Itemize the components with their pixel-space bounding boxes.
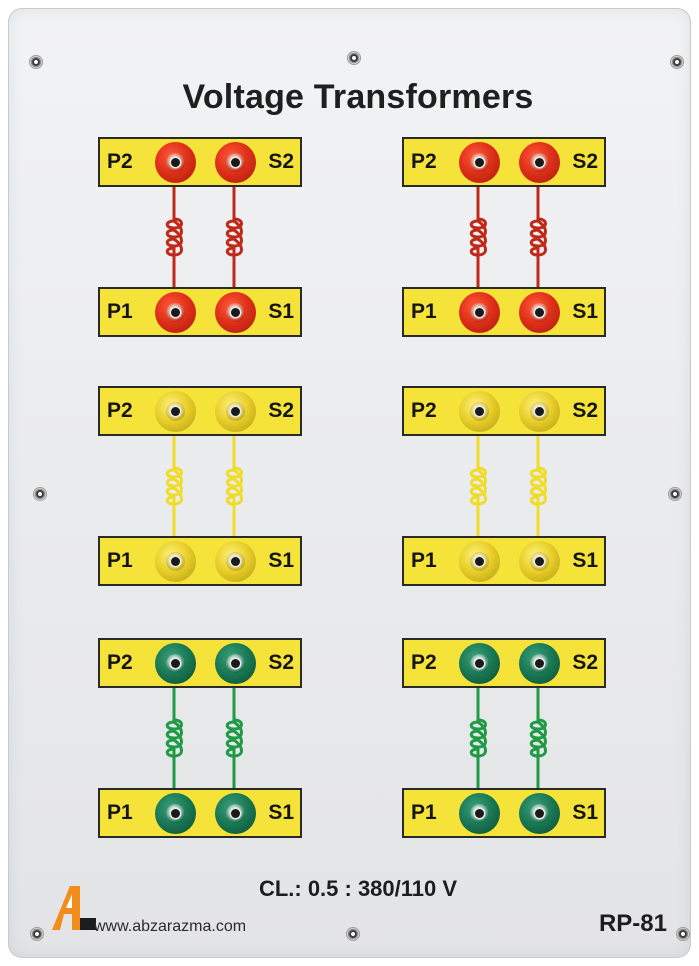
red-banana-jack[interactable] [519,142,560,183]
yellow-banana-jack[interactable] [155,541,196,582]
terminal-block-secondary-6: P1 S1 [402,788,606,838]
terminal-label: S1 [268,300,294,323]
winding-coil-icon [529,185,547,289]
terminal-label: S2 [572,399,598,422]
terminal-label: S2 [268,651,294,674]
terminal-label: S1 [572,300,598,323]
winding-coil-icon [529,434,547,538]
terminal-block-primary-2: P2 S2 [402,137,606,187]
terminal-label: P2 [107,399,133,422]
yellow-banana-jack[interactable] [215,391,256,432]
screw-icon [677,928,689,940]
terminal-label: P1 [107,801,133,824]
terminal-block-primary-1: P2 S2 [98,137,302,187]
green-banana-jack[interactable] [215,643,256,684]
screw-icon [348,52,360,64]
green-banana-jack[interactable] [155,793,196,834]
terminal-label: S1 [268,801,294,824]
red-banana-jack[interactable] [215,142,256,183]
terminal-label: S2 [572,150,598,173]
screw-icon [669,488,681,500]
class-rating: CL.: 0.5 : 380/110 V [258,876,458,901]
green-banana-jack[interactable] [519,643,560,684]
yellow-banana-jack[interactable] [519,391,560,432]
terminal-label: S2 [572,651,598,674]
panel-title: Voltage Transformers [182,78,534,116]
terminal-label: P1 [411,549,437,572]
winding-coil-icon [225,434,243,538]
red-banana-jack[interactable] [519,292,560,333]
green-banana-jack[interactable] [215,793,256,834]
red-banana-jack[interactable] [459,142,500,183]
terminal-label: P1 [107,300,133,323]
terminal-block-primary-3: P2 S2 [98,386,302,436]
terminal-label: S1 [572,549,598,572]
terminal-block-primary-6: P2 S2 [402,638,606,688]
winding-coil-icon [165,185,183,289]
screw-icon [34,488,46,500]
terminal-label: P1 [107,549,133,572]
screw-icon [31,928,43,940]
green-banana-jack[interactable] [459,793,500,834]
winding-coil-icon [165,434,183,538]
terminal-block-secondary-1: P1 S1 [98,287,302,337]
terminal-label: S1 [572,801,598,824]
screw-icon [30,56,42,68]
terminal-block-primary-5: P2 S2 [98,638,302,688]
terminal-block-secondary-2: P1 S1 [402,287,606,337]
website-link[interactable]: www.abzarazma.com [94,918,246,936]
winding-coil-icon [469,686,487,790]
green-banana-jack[interactable] [155,643,196,684]
terminal-label: S2 [268,150,294,173]
terminal-label: P2 [411,651,437,674]
screw-icon [347,928,359,940]
terminal-block-secondary-5: P1 S1 [98,788,302,838]
winding-coil-icon [469,434,487,538]
yellow-banana-jack[interactable] [459,541,500,582]
terminal-block-secondary-4: P1 S1 [402,536,606,586]
terminal-label: P1 [411,801,437,824]
red-banana-jack[interactable] [155,292,196,333]
yellow-banana-jack[interactable] [519,541,560,582]
winding-coil-icon [225,686,243,790]
green-banana-jack[interactable] [459,643,500,684]
terminal-label: P2 [411,399,437,422]
green-banana-jack[interactable] [519,793,560,834]
red-banana-jack[interactable] [215,292,256,333]
terminal-block-primary-4: P2 S2 [402,386,606,436]
red-banana-jack[interactable] [155,142,196,183]
terminal-block-secondary-3: P1 S1 [98,536,302,586]
terminal-label: P2 [107,150,133,173]
yellow-banana-jack[interactable] [155,391,196,432]
screw-icon [671,56,683,68]
terminal-label: S1 [268,549,294,572]
terminal-label: P1 [411,300,437,323]
winding-coil-icon [225,185,243,289]
winding-coil-icon [529,686,547,790]
winding-coil-icon [165,686,183,790]
terminal-label: P2 [411,150,437,173]
terminal-label: P2 [107,651,133,674]
yellow-banana-jack[interactable] [215,541,256,582]
yellow-banana-jack[interactable] [459,391,500,432]
winding-coil-icon [469,185,487,289]
abzarazma-logo-icon [52,886,96,930]
red-banana-jack[interactable] [459,292,500,333]
terminal-label: S2 [268,399,294,422]
model-number: RP-81 [598,910,667,937]
